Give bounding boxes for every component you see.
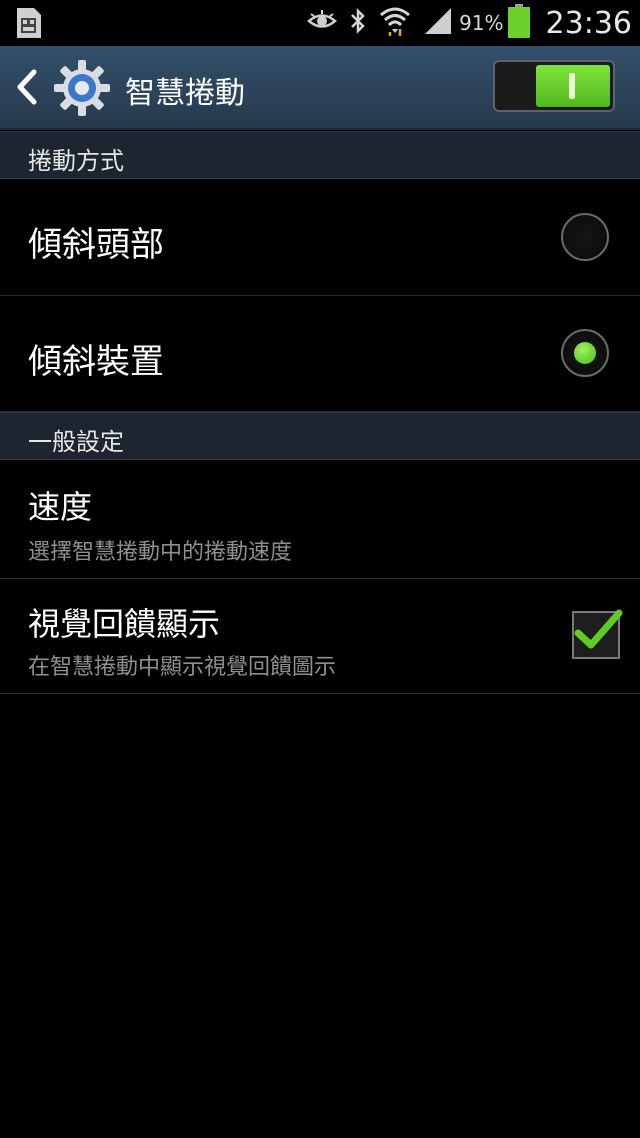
option-tilt-device[interactable]: 傾斜裝置 xyxy=(0,296,640,412)
tilt-head-radio[interactable] xyxy=(561,213,609,261)
section-header-general: 一般設定 xyxy=(0,412,640,460)
action-bar: 智慧捲動 xyxy=(0,46,640,130)
option-tilt-head[interactable]: 傾斜頭部 xyxy=(0,179,640,296)
visual-feedback-checkbox[interactable] xyxy=(572,609,623,659)
option-label: 傾斜頭部 xyxy=(28,225,164,265)
setting-visual-feedback[interactable]: 視覺回饋顯示 在智慧捲動中顯示視覺回饋圖示 xyxy=(0,579,640,694)
gear-icon xyxy=(52,58,112,118)
smart-scroll-eye-icon xyxy=(307,10,338,36)
smart-scroll-master-switch[interactable] xyxy=(493,60,615,112)
section-header-label: 一般設定 xyxy=(28,428,124,456)
setting-subtitle: 選擇智慧捲動中的捲動速度 xyxy=(28,540,293,565)
setting-title: 速度 xyxy=(28,488,93,526)
switch-knob xyxy=(536,65,610,107)
wifi-icon xyxy=(379,5,411,41)
section-header-scroll-method: 捲動方式 xyxy=(0,131,640,179)
chevron-left-icon xyxy=(17,69,37,105)
clock: 23:36 xyxy=(545,5,632,41)
bluetooth-icon xyxy=(349,7,367,39)
page-title: 智慧捲動 xyxy=(125,76,245,111)
battery-percent: 91% xyxy=(459,11,504,35)
status-bar: 91% 23:36 xyxy=(0,0,640,46)
back-button[interactable] xyxy=(10,66,44,108)
setting-title: 視覺回饋顯示 xyxy=(28,605,221,643)
setting-subtitle: 在智慧捲動中顯示視覺回饋圖示 xyxy=(28,655,337,680)
section-header-label: 捲動方式 xyxy=(28,147,124,175)
checkmark-icon xyxy=(574,609,623,649)
setting-speed[interactable]: 速度 選擇智慧捲動中的捲動速度 xyxy=(0,460,640,579)
option-label: 傾斜裝置 xyxy=(28,342,164,382)
sim-card-icon xyxy=(14,6,44,44)
battery-icon xyxy=(507,4,530,42)
signal-icon xyxy=(423,6,453,40)
tilt-device-radio[interactable] xyxy=(561,329,609,377)
